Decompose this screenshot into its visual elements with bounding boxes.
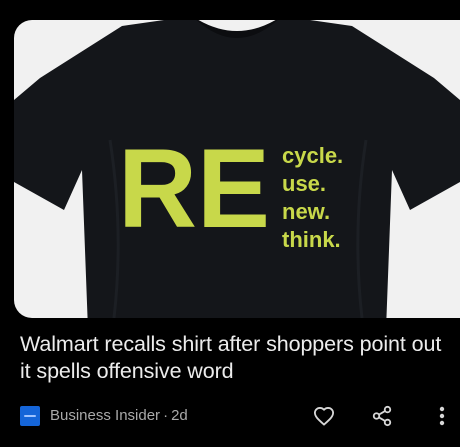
source-logo-mark <box>24 415 36 417</box>
shirt-print-word: think. <box>282 227 341 252</box>
news-card[interactable]: RE cycle. use. new. think. Walmart recal… <box>0 0 460 447</box>
like-button[interactable] <box>312 404 336 428</box>
article-headline[interactable]: Walmart recalls shirt after shoppers poi… <box>20 331 452 385</box>
more-vertical-icon <box>439 406 445 426</box>
share-button[interactable] <box>370 404 394 428</box>
article-footer: Business Insider · 2d <box>20 404 460 428</box>
source-name[interactable]: Business Insider <box>50 406 160 426</box>
heart-icon <box>313 407 334 426</box>
article-actions <box>312 404 460 428</box>
share-icon <box>372 405 392 427</box>
more-options-button[interactable] <box>430 404 454 428</box>
shirt-print-word: cycle. <box>282 143 343 168</box>
t-shirt-photo: RE cycle. use. new. think. <box>14 20 460 318</box>
article-age: 2d <box>171 407 188 424</box>
shirt-print-word: use. <box>282 171 326 196</box>
shirt-print-re: RE <box>118 126 270 251</box>
article-image[interactable]: RE cycle. use. new. think. <box>14 20 460 318</box>
source-logo <box>20 406 40 426</box>
shirt-print-word: new. <box>282 199 330 224</box>
meta-separator: · <box>163 407 169 424</box>
